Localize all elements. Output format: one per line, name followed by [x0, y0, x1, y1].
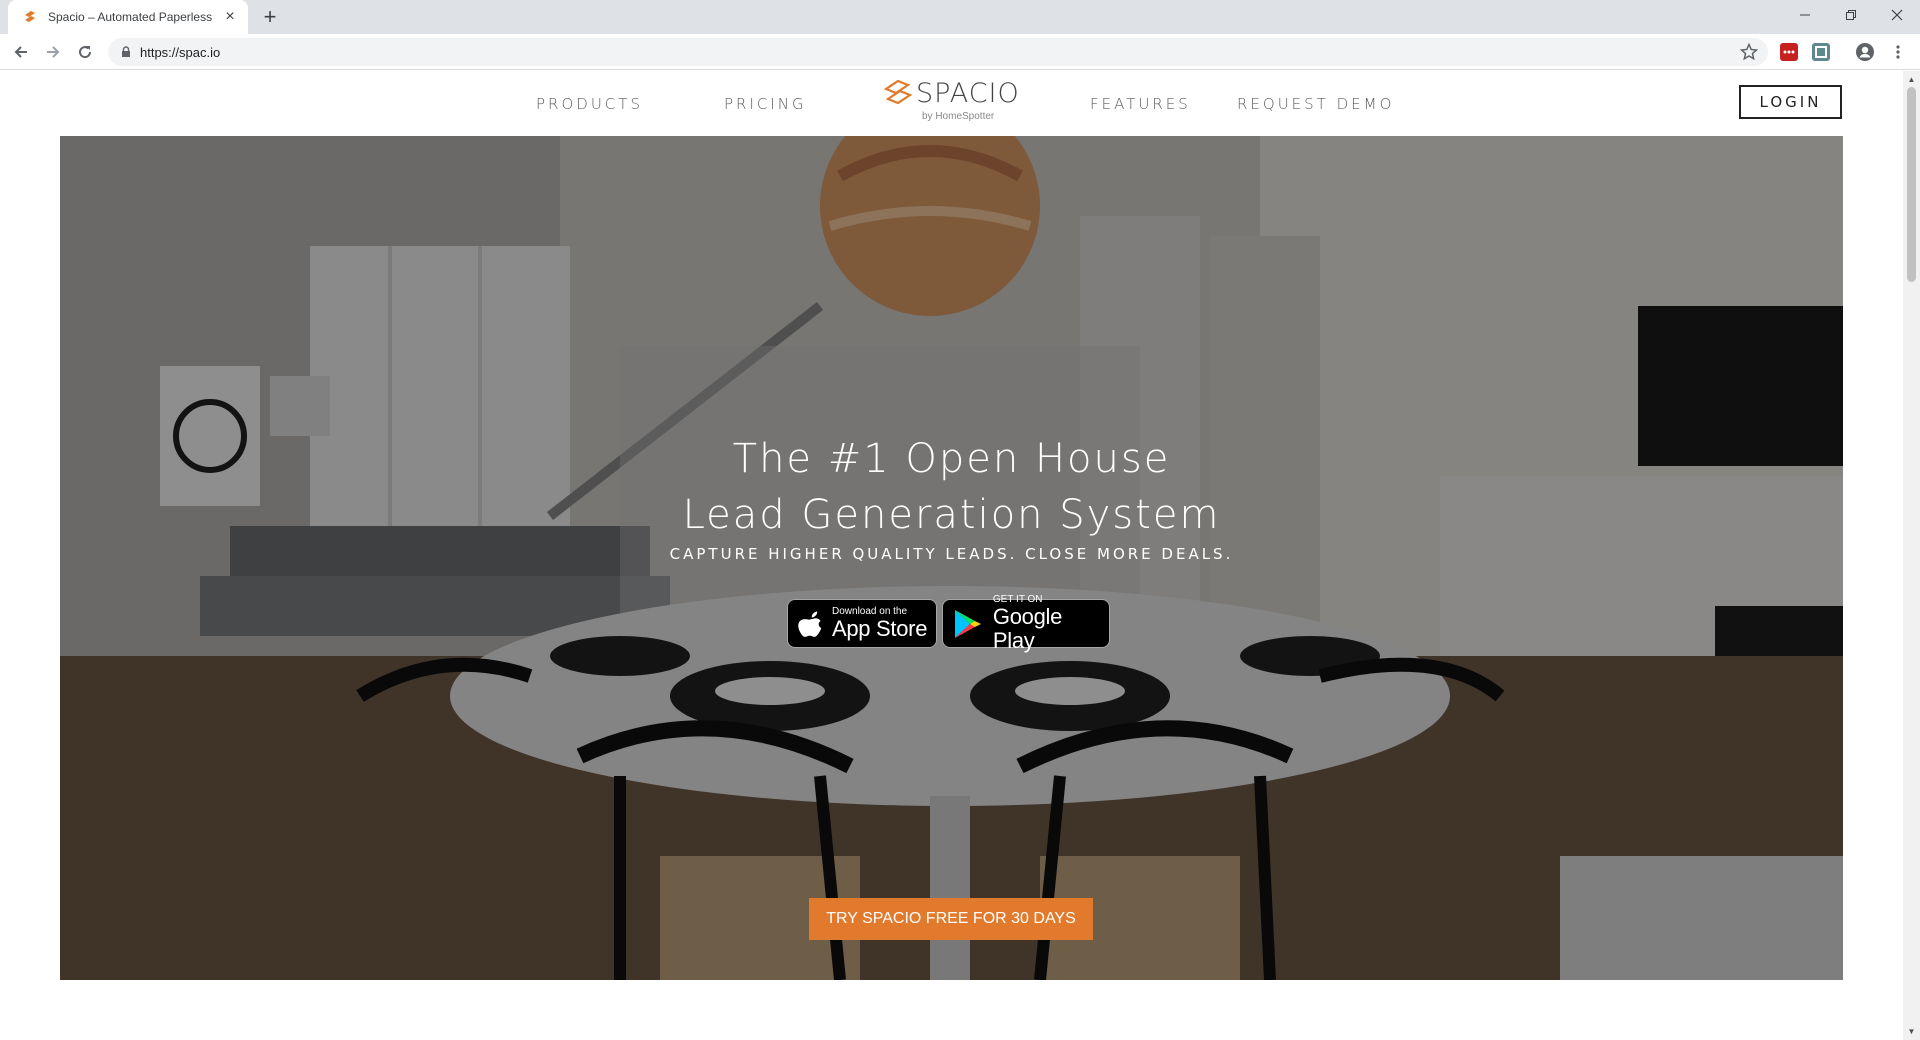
nav-pricing[interactable]: PRICING	[724, 95, 807, 113]
browser-menu-button[interactable]	[1884, 38, 1912, 66]
minimize-icon	[1800, 14, 1810, 16]
spacio-logo-icon	[884, 79, 912, 105]
reload-icon	[79, 46, 92, 59]
nav-products[interactable]: PRODUCTS	[536, 95, 643, 113]
back-button[interactable]	[7, 38, 35, 66]
forward-button[interactable]	[39, 38, 67, 66]
restore-icon	[1846, 10, 1856, 20]
nav-features[interactable]: FEATURES	[1090, 95, 1191, 113]
address-bar[interactable]: https://spac.io	[108, 38, 1768, 66]
extension-red-icon[interactable]	[1780, 43, 1798, 61]
hero-section: The #1 Open House Lead Generation System…	[60, 136, 1843, 980]
site-header: PRODUCTS PRICING SPACIO by HomeSpotter F…	[0, 71, 1903, 135]
lock-icon	[122, 46, 130, 57]
hero-subline: CAPTURE HIGHER QUALITY LEADS. CLOSE MORE…	[669, 545, 1234, 563]
back-arrow-icon	[14, 46, 27, 58]
url-text: https://spac.io	[140, 44, 221, 60]
free-trial-button[interactable]: TRY SPACIO FREE FOR 30 DAYS	[809, 898, 1093, 940]
logo-wordmark: SPACIO	[916, 78, 1020, 109]
spacio-favicon	[25, 11, 35, 22]
minimize-button[interactable]	[1782, 0, 1828, 30]
logo-subtitle: by HomeSpotter	[922, 111, 995, 122]
google-play-big-text: Google Play	[992, 604, 1063, 653]
google-play-icon	[954, 609, 981, 638]
window-close-button[interactable]	[1874, 0, 1920, 30]
profile-button[interactable]	[1851, 38, 1879, 66]
hero-headline-line2: Lead Generation System	[682, 492, 1221, 538]
tab-strip: Spacio – Automated Paperless O × +	[0, 0, 1920, 34]
tab-title: Spacio – Automated Paperless O	[48, 10, 216, 24]
scroll-down-icon[interactable]: ▼	[1907, 1027, 1916, 1036]
reload-button[interactable]	[71, 38, 99, 66]
web-page: PRODUCTS PRICING SPACIO by HomeSpotter F…	[0, 71, 1903, 1040]
hero-headline-line1: The #1 Open House	[732, 436, 1171, 482]
page-scrollbar[interactable]: ▲ ▼	[1903, 71, 1920, 1040]
browser-toolbar: https://spac.io	[0, 34, 1920, 70]
app-store-button[interactable]: Download on the App Store	[787, 599, 937, 648]
star-icon[interactable]	[1740, 43, 1758, 61]
nav-request-demo[interactable]: REQUEST DEMO	[1237, 95, 1394, 113]
scrollbar-thumb[interactable]	[1907, 87, 1916, 282]
window-close-icon	[1891, 9, 1903, 21]
profile-icon	[1856, 43, 1874, 61]
restore-button[interactable]	[1828, 0, 1874, 30]
apple-icon	[798, 610, 822, 637]
close-tab-icon[interactable]: ×	[222, 8, 238, 25]
browser-tab[interactable]: Spacio – Automated Paperless O ×	[8, 0, 248, 34]
login-button[interactable]: LOGIN	[1739, 85, 1842, 119]
scroll-up-icon[interactable]: ▲	[1907, 75, 1916, 84]
new-tab-button[interactable]: +	[258, 4, 282, 29]
google-play-button[interactable]: GET IT ON Google Play	[942, 594, 1110, 653]
forward-arrow-icon	[47, 46, 60, 58]
extension-teal-icon[interactable]	[1812, 43, 1830, 61]
app-store-big-text: App Store	[832, 616, 928, 641]
menu-dots-icon	[1896, 45, 1900, 59]
spacio-logo[interactable]: SPACIO by HomeSpotter	[884, 78, 1020, 122]
